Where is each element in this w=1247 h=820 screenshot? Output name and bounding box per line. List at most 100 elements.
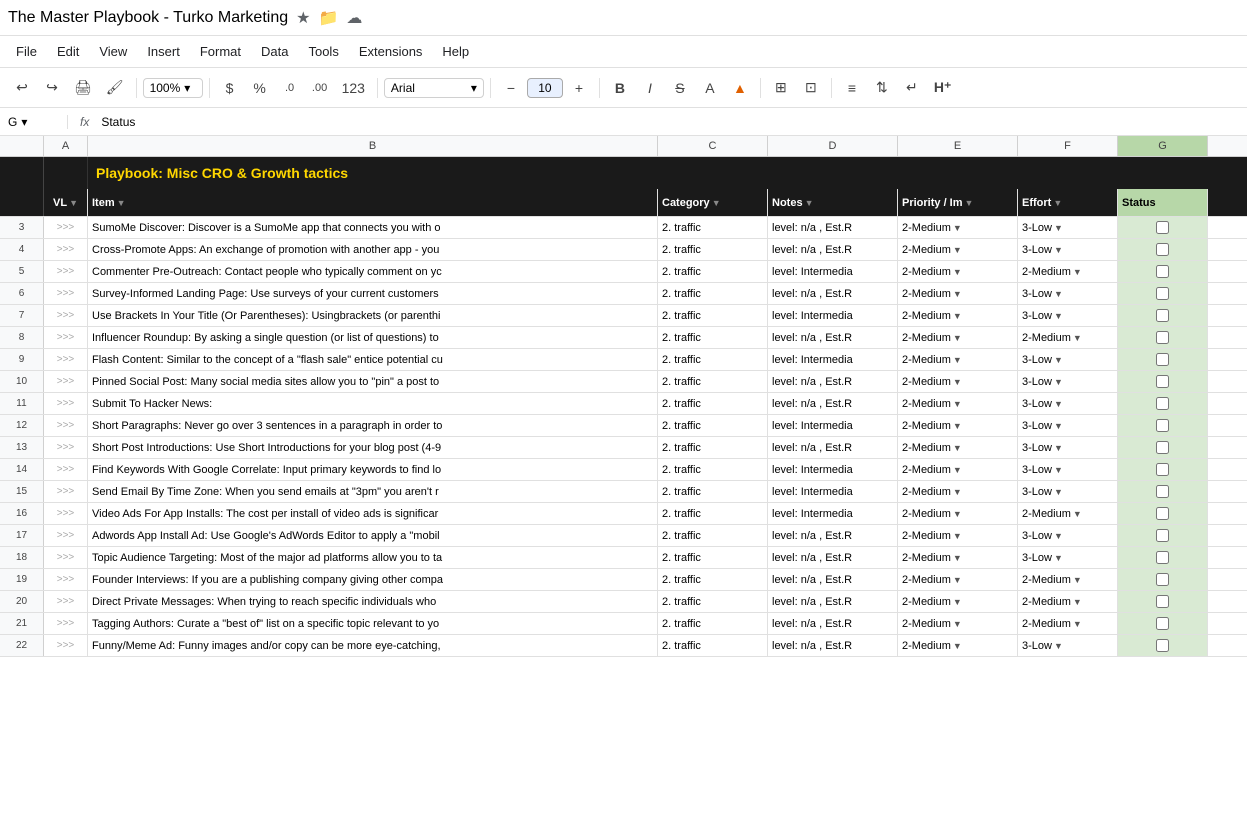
status-checkbox-14[interactable]	[1156, 529, 1169, 542]
cell-effort-16[interactable]: 2-Medium ▼	[1018, 569, 1118, 590]
more-formats-button[interactable]: 123	[336, 74, 371, 102]
cell-priority-10[interactable]: 2-Medium ▼	[898, 437, 1018, 458]
cell-cat-0[interactable]: 2. traffic	[658, 217, 768, 238]
cell-cat-16[interactable]: 2. traffic	[658, 569, 768, 590]
cell-item-7[interactable]: Pinned Social Post: Many social media si…	[88, 371, 658, 392]
cell-item-3[interactable]: Survey-Informed Landing Page: Use survey…	[88, 283, 658, 304]
cell-notes-16[interactable]: level: n/a , Est.R	[768, 569, 898, 590]
cell-status-12[interactable]	[1118, 481, 1208, 502]
cell-priority-6[interactable]: 2-Medium ▼	[898, 349, 1018, 370]
cell-item-2[interactable]: Commenter Pre-Outreach: Contact people w…	[88, 261, 658, 282]
font-selector[interactable]: Arial ▾	[384, 78, 484, 98]
cell-cat-14[interactable]: 2. traffic	[658, 525, 768, 546]
cell-cat-3[interactable]: 2. traffic	[658, 283, 768, 304]
cell-cat-9[interactable]: 2. traffic	[658, 415, 768, 436]
priority-dropdown-6[interactable]: ▼	[953, 355, 962, 365]
text-wrap-button[interactable]: ↵	[898, 74, 926, 102]
dollar-button[interactable]: $	[216, 74, 244, 102]
effort-dropdown-15[interactable]: ▼	[1054, 553, 1063, 563]
inc-decimals-button[interactable]: .00	[306, 74, 334, 102]
cell-effort-0[interactable]: 3-Low ▼	[1018, 217, 1118, 238]
cell-effort-13[interactable]: 2-Medium ▼	[1018, 503, 1118, 524]
cell-status-15[interactable]	[1118, 547, 1208, 568]
cell-status-9[interactable]	[1118, 415, 1208, 436]
cell-cat-1[interactable]: 2. traffic	[658, 239, 768, 260]
col-header-a[interactable]: A	[44, 136, 88, 156]
status-checkbox-9[interactable]	[1156, 419, 1169, 432]
effort-filter-icon[interactable]: ▼	[1053, 198, 1062, 208]
status-checkbox-4[interactable]	[1156, 309, 1169, 322]
cell-priority-0[interactable]: 2-Medium ▼	[898, 217, 1018, 238]
cell-priority-9[interactable]: 2-Medium ▼	[898, 415, 1018, 436]
cell-status-3[interactable]	[1118, 283, 1208, 304]
effort-dropdown-10[interactable]: ▼	[1054, 443, 1063, 453]
effort-dropdown-17[interactable]: ▼	[1073, 597, 1082, 607]
cell-item-15[interactable]: Topic Audience Targeting: Most of the ma…	[88, 547, 658, 568]
cell-effort-8[interactable]: 3-Low ▼	[1018, 393, 1118, 414]
cell-effort-5[interactable]: 2-Medium ▼	[1018, 327, 1118, 348]
cell-notes-10[interactable]: level: n/a , Est.R	[768, 437, 898, 458]
cell-cat-17[interactable]: 2. traffic	[658, 591, 768, 612]
cell-cat-15[interactable]: 2. traffic	[658, 547, 768, 568]
undo-button[interactable]: ↩	[8, 74, 36, 102]
priority-dropdown-3[interactable]: ▼	[953, 289, 962, 299]
redo-button[interactable]: ↪	[38, 74, 66, 102]
star-icon[interactable]: ★	[296, 8, 310, 28]
decrease-font-button[interactable]: −	[497, 74, 525, 102]
paint-format-button[interactable]: 🖌	[100, 74, 130, 102]
col-header-e[interactable]: E	[898, 136, 1018, 156]
cell-status-8[interactable]	[1118, 393, 1208, 414]
effort-dropdown-1[interactable]: ▼	[1054, 245, 1063, 255]
menu-help[interactable]: Help	[434, 40, 477, 63]
cell-cat-2[interactable]: 2. traffic	[658, 261, 768, 282]
effort-dropdown-12[interactable]: ▼	[1054, 487, 1063, 497]
priority-dropdown-19[interactable]: ▼	[953, 641, 962, 651]
priority-dropdown-0[interactable]: ▼	[953, 223, 962, 233]
priority-dropdown-15[interactable]: ▼	[953, 553, 962, 563]
effort-dropdown-6[interactable]: ▼	[1054, 355, 1063, 365]
cell-effort-6[interactable]: 3-Low ▼	[1018, 349, 1118, 370]
status-checkbox-10[interactable]	[1156, 441, 1169, 454]
increase-font-button[interactable]: +	[565, 74, 593, 102]
cell-status-7[interactable]	[1118, 371, 1208, 392]
cell-item-17[interactable]: Direct Private Messages: When trying to …	[88, 591, 658, 612]
bold-button[interactable]: B	[606, 74, 634, 102]
status-checkbox-0[interactable]	[1156, 221, 1169, 234]
item-filter-icon[interactable]: ▼	[117, 198, 126, 208]
status-checkbox-19[interactable]	[1156, 639, 1169, 652]
menu-data[interactable]: Data	[253, 40, 296, 63]
status-checkbox-2[interactable]	[1156, 265, 1169, 278]
priority-dropdown-16[interactable]: ▼	[953, 575, 962, 585]
priority-dropdown-13[interactable]: ▼	[953, 509, 962, 519]
status-checkbox-18[interactable]	[1156, 617, 1169, 630]
cell-effort-7[interactable]: 3-Low ▼	[1018, 371, 1118, 392]
priority-dropdown-10[interactable]: ▼	[953, 443, 962, 453]
priority-dropdown-18[interactable]: ▼	[953, 619, 962, 629]
cell-notes-3[interactable]: level: n/a , Est.R	[768, 283, 898, 304]
cell-status-17[interactable]	[1118, 591, 1208, 612]
priority-filter-icon[interactable]: ▼	[965, 198, 974, 208]
cell-cat-4[interactable]: 2. traffic	[658, 305, 768, 326]
cell-cat-13[interactable]: 2. traffic	[658, 503, 768, 524]
priority-dropdown-1[interactable]: ▼	[953, 245, 962, 255]
cell-status-10[interactable]	[1118, 437, 1208, 458]
cell-item-18[interactable]: Tagging Authors: Curate a "best of" list…	[88, 613, 658, 634]
cell-notes-14[interactable]: level: n/a , Est.R	[768, 525, 898, 546]
col-header-d[interactable]: D	[768, 136, 898, 156]
effort-dropdown-4[interactable]: ▼	[1054, 311, 1063, 321]
cell-cat-6[interactable]: 2. traffic	[658, 349, 768, 370]
menu-view[interactable]: View	[91, 40, 135, 63]
menu-insert[interactable]: Insert	[139, 40, 188, 63]
cell-cat-5[interactable]: 2. traffic	[658, 327, 768, 348]
priority-dropdown-17[interactable]: ▼	[953, 597, 962, 607]
cell-notes-8[interactable]: level: n/a , Est.R	[768, 393, 898, 414]
cell-cat-7[interactable]: 2. traffic	[658, 371, 768, 392]
cell-status-5[interactable]	[1118, 327, 1208, 348]
cell-item-0[interactable]: SumoMe Discover: Discover is a SumoMe ap…	[88, 217, 658, 238]
cell-status-1[interactable]	[1118, 239, 1208, 260]
dec-decimals-button[interactable]: .0	[276, 74, 304, 102]
col-header-c[interactable]: C	[658, 136, 768, 156]
status-checkbox-1[interactable]	[1156, 243, 1169, 256]
effort-dropdown-11[interactable]: ▼	[1054, 465, 1063, 475]
cell-effort-12[interactable]: 3-Low ▼	[1018, 481, 1118, 502]
